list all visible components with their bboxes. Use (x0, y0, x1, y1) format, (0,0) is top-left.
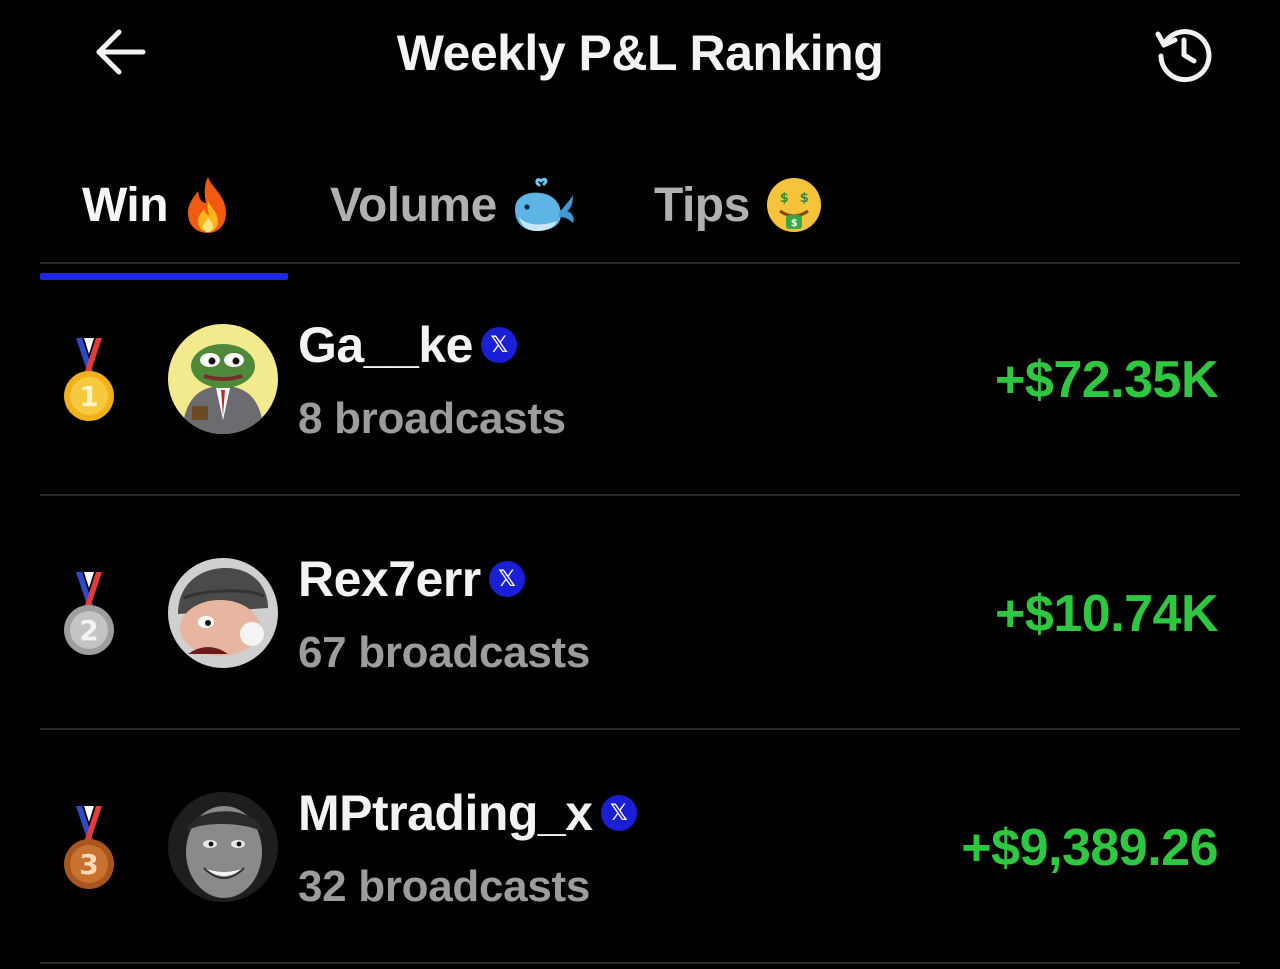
x-verified-badge-icon: 𝕏 (488, 561, 525, 597)
x-verified-badge-icon: 𝕏 (480, 327, 517, 363)
x-verified-badge-icon: 𝕏 (600, 795, 637, 831)
username-text: Rex7err (298, 551, 481, 607)
medal-rank: 1 (79, 380, 98, 413)
ranking-row[interactable]: 1 Ga__ke 𝕏 8 broadcasts +$72.35K (40, 262, 1240, 496)
username: Ga__ke 𝕏 (298, 316, 517, 374)
money-mouth-face-icon: $ $ $ (764, 175, 824, 235)
svg-text:$: $ (791, 218, 798, 229)
page-title: Weekly P&L Ranking (396, 25, 884, 81)
fire-icon (182, 175, 234, 235)
avatar[interactable] (168, 324, 278, 434)
svg-text:$: $ (780, 191, 789, 206)
pnl-amount: +$9,389.26 (961, 819, 1218, 877)
avatar[interactable] (168, 792, 278, 902)
pnl-amount: +$10.74K (995, 585, 1218, 643)
medal-rank: 2 (79, 614, 98, 647)
username: MPtrading_x 𝕏 (298, 784, 637, 842)
avatar[interactable] (168, 558, 278, 668)
whale-icon (511, 175, 577, 235)
history-clock-icon (1155, 29, 1212, 83)
username: Rex7err 𝕏 (298, 550, 525, 608)
ranking-list: 1 Ga__ke 𝕏 8 broadcasts +$72.35K 2 Rex7e… (40, 262, 1240, 964)
tab-label: Volume (330, 178, 497, 232)
tab-label: Win (82, 178, 169, 232)
header-bar: Weekly P&L Ranking (0, 0, 1280, 110)
svg-text:$: $ (800, 191, 809, 206)
pnl-amount: +$72.35K (995, 351, 1218, 409)
tab-win[interactable]: Win (40, 170, 288, 280)
broadcast-count: 67 broadcasts (298, 628, 591, 677)
medal-rank: 3 (79, 848, 98, 881)
username-text: Ga__ke (298, 317, 473, 373)
tab-label: Tips (654, 178, 750, 232)
silver-medal-icon: 2 (54, 564, 124, 664)
ranking-tabs: Win Volume Tips $ $ $ (40, 150, 1240, 280)
broadcast-count: 8 broadcasts (298, 394, 566, 443)
ranking-row[interactable]: 3 MPtrading_x 𝕏 32 broadcasts +$9,389.26 (40, 730, 1240, 964)
broadcast-count: 32 broadcasts (298, 862, 591, 911)
username-text: MPtrading_x (298, 785, 593, 841)
bronze-medal-icon: 3 (54, 798, 124, 898)
gold-medal-icon: 1 (54, 330, 124, 430)
history-button[interactable] (1148, 18, 1220, 90)
ranking-row[interactable]: 2 Rex7err 𝕏 67 broadcasts +$10.74K (40, 496, 1240, 730)
tab-volume[interactable]: Volume (330, 170, 577, 240)
tab-tips[interactable]: Tips $ $ $ (654, 170, 824, 240)
